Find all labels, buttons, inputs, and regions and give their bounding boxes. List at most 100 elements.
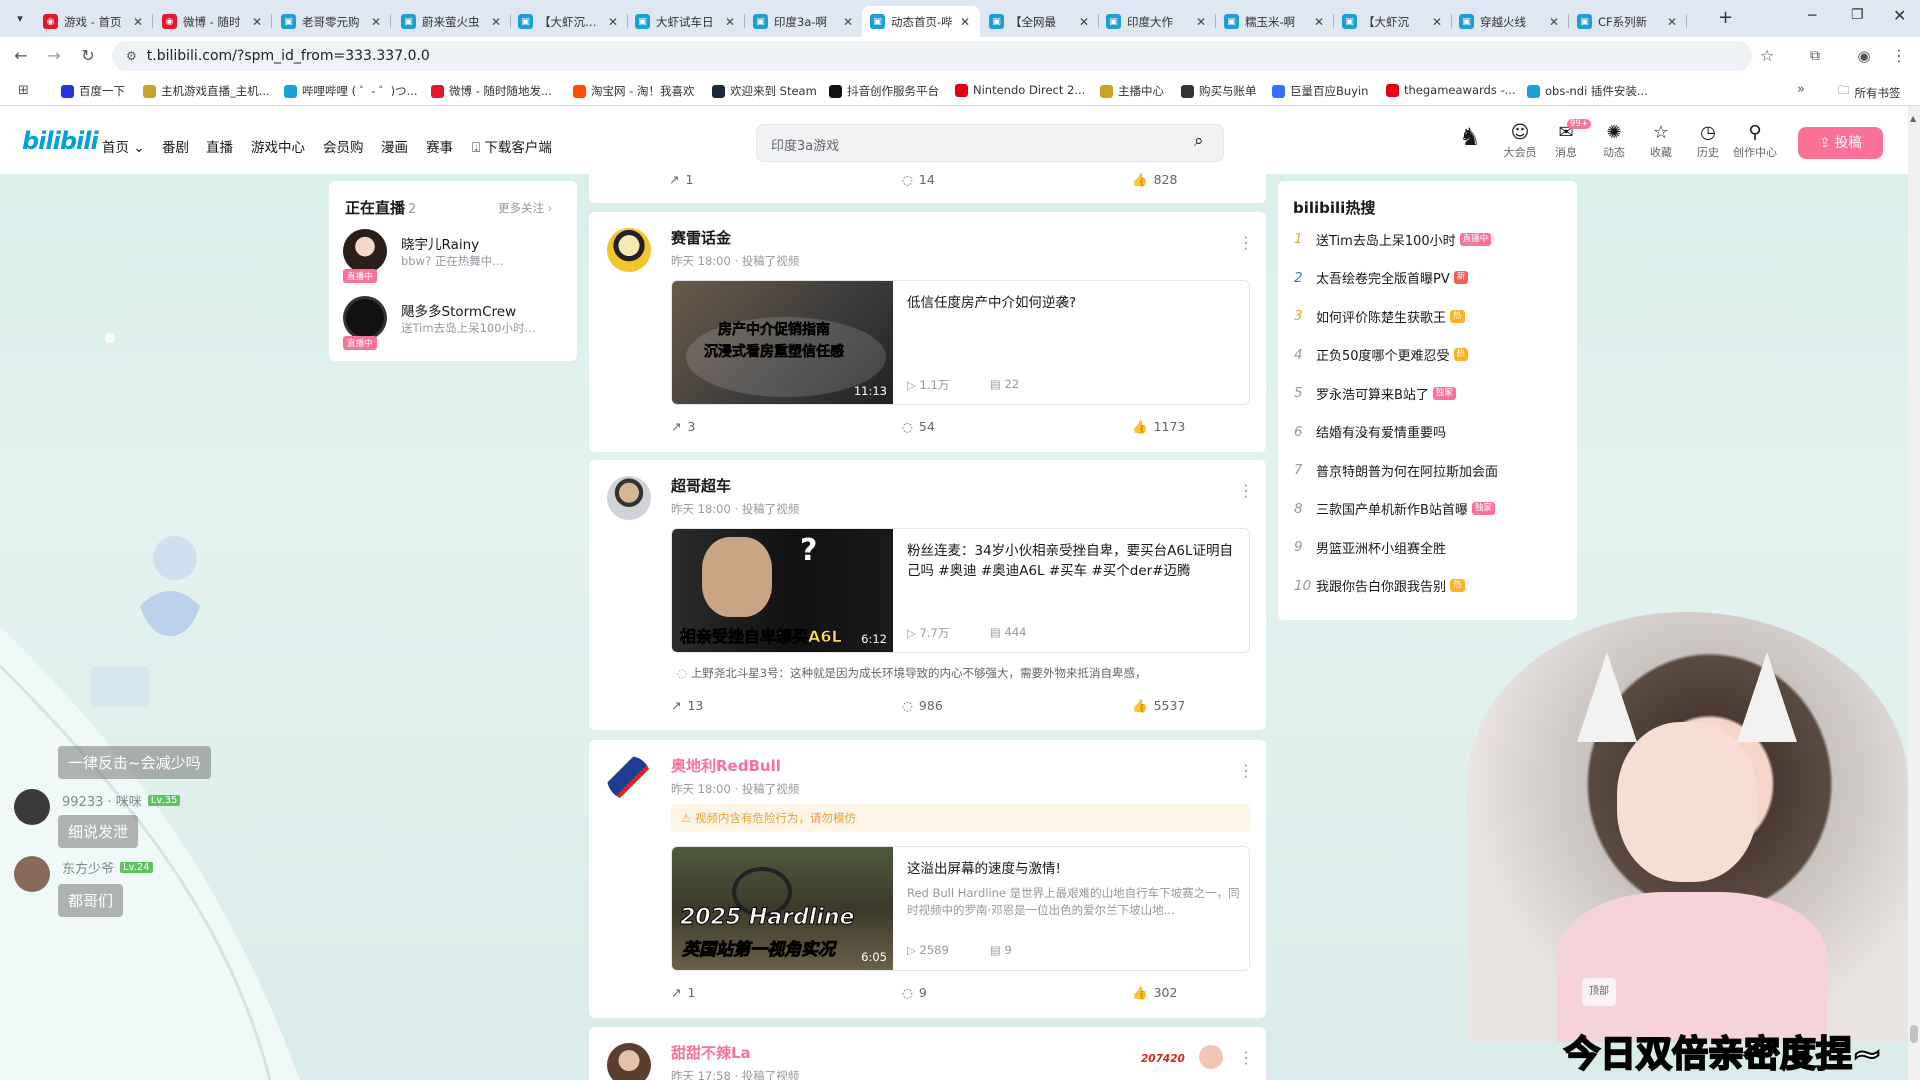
forward-icon[interactable]: →: [43, 45, 65, 67]
more-options-icon[interactable]: ⋮: [1238, 763, 1254, 779]
post-username[interactable]: 奥地利RedBull: [671, 755, 781, 776]
close-tab-icon[interactable]: ✕: [1547, 15, 1561, 29]
bookmark-item[interactable]: obs-ndi 插件安装...: [1527, 83, 1648, 99]
hot-search-item[interactable]: 2 太吾绘卷完全版首曝PV 新: [1294, 266, 1469, 290]
maximize-icon[interactable]: ❐: [1851, 7, 1864, 23]
bookmark-item[interactable]: 巨量百应Buyin: [1272, 83, 1368, 99]
header-icon-button[interactable]: ☆ 收藏: [1639, 122, 1683, 160]
hot-search-item[interactable]: 4 正负50度哪个更难忍受热: [1294, 343, 1469, 367]
more-options-icon[interactable]: ⋮: [1238, 1050, 1254, 1066]
close-tab-icon[interactable]: ✕: [841, 15, 855, 29]
video-title[interactable]: 这溢出屏幕的速度与激情!: [907, 859, 1242, 879]
video-thumbnail[interactable]: 房产中介促销指南 沉浸式看房重塑信任感 11:13: [672, 281, 893, 404]
video-title[interactable]: 低信任度房产中介如何逆袭?: [907, 293, 1242, 313]
new-tab-icon[interactable]: +: [1718, 7, 1733, 28]
share-button[interactable]: ↗ 13: [671, 698, 703, 713]
browser-tab[interactable]: ▣ 【大虾沉 ✕: [1334, 6, 1452, 37]
share-button[interactable]: ↗ 3: [671, 419, 695, 434]
live-item[interactable]: 直播中 晓宇儿Rainy bbw? 正在热舞中...: [329, 229, 559, 283]
extensions-icon[interactable]: ⧉: [1804, 45, 1826, 67]
header-nav-item[interactable]: 赛事: [426, 136, 453, 156]
bookmarks-overflow-icon[interactable]: »: [1797, 82, 1805, 97]
comment-button[interactable]: ◌ 14: [902, 172, 935, 187]
bookmark-star-icon[interactable]: ☆: [1756, 45, 1778, 67]
bookmark-item[interactable]: thegameawards -...: [1386, 83, 1516, 97]
avatar[interactable]: [343, 296, 387, 340]
video-thumbnail[interactable]: ? 相亲受挫自卑想买A6L 6:12: [672, 529, 893, 652]
comment-button[interactable]: ◌ 54: [902, 419, 935, 434]
hot-search-item[interactable]: 10 我跟你告白你跟我告别热: [1294, 574, 1465, 598]
search-input[interactable]: 印度3a游戏: [756, 124, 1224, 162]
browser-tab[interactable]: ▣ 老哥零元购 ✕: [273, 6, 391, 37]
close-tab-icon[interactable]: ✕: [958, 15, 972, 29]
header-icon-button[interactable]: ◷ 历史: [1686, 122, 1730, 160]
post-username[interactable]: 超哥超车: [671, 475, 731, 496]
menu-icon[interactable]: ⋮: [1888, 45, 1910, 67]
close-tab-icon[interactable]: ✕: [1077, 15, 1091, 29]
header-icon-button[interactable]: ✉ 99+ 消息: [1544, 119, 1591, 160]
video-title[interactable]: 粉丝连麦：34岁小伙相亲受挫自卑，要买台A6L证明自己吗 #奥迪 #奥迪A6L …: [907, 541, 1242, 581]
avatar[interactable]: [607, 476, 651, 520]
apps-icon[interactable]: ⊞: [18, 83, 29, 98]
header-nav-item[interactable]: 首页 ⌄: [102, 136, 145, 156]
hot-search-item[interactable]: 6 结婚有没有爱情重要吗: [1294, 420, 1446, 444]
hot-search-item[interactable]: 8 三款国产单机新作B站首曝 独家: [1294, 497, 1495, 521]
reload-icon[interactable]: ↻: [77, 45, 99, 67]
close-tab-icon[interactable]: ✕: [723, 15, 737, 29]
browser-tab[interactable]: ◉ 游戏 - 首页 ✕: [35, 6, 153, 37]
browser-tab[interactable]: ▣ 印度大作 ✕: [1098, 6, 1216, 37]
hot-search-item[interactable]: 5 罗永浩可算来B站了 独家: [1294, 381, 1456, 405]
like-button[interactable]: 👍 1173: [1132, 419, 1185, 435]
browser-tab[interactable]: ▣ 糯玉米-啊 ✕: [1216, 6, 1334, 37]
bookmark-item[interactable]: 主播中心: [1100, 83, 1164, 99]
post-username[interactable]: 赛雷话金: [671, 227, 731, 248]
close-tab-icon[interactable]: ✕: [606, 15, 620, 29]
hot-search-item[interactable]: 1 送Tim去岛上呆100小时 直播中: [1294, 227, 1492, 251]
bookmark-item[interactable]: Nintendo Direct 2...: [955, 83, 1085, 97]
like-button[interactable]: 👍 828: [1132, 172, 1177, 188]
header-nav-item[interactable]: 直播: [206, 136, 233, 156]
browser-tab[interactable]: ▣ CF系列新 ✕: [1569, 6, 1687, 37]
avatar[interactable]: ♞: [1454, 123, 1486, 155]
browser-tab[interactable]: ▣ 动态首页-哔 ✕: [862, 6, 980, 37]
bilibili-logo[interactable]: bilibili: [22, 127, 99, 155]
all-bookmarks[interactable]: 🗀 所有书签: [1838, 83, 1901, 102]
comment-button[interactable]: ◌ 986: [902, 698, 943, 713]
profile-icon[interactable]: ◉: [1853, 45, 1875, 67]
page-scrollbar[interactable]: [1908, 106, 1920, 1080]
close-tab-icon[interactable]: ✕: [250, 15, 264, 29]
browser-tab[interactable]: ▣ 印度3a-啊 ✕: [745, 6, 863, 37]
header-nav-item[interactable]: 会员购: [323, 136, 364, 156]
video-card[interactable]: 2025 Hardline 英国站第一视角实况 6:05 这溢出屏幕的速度与激情…: [671, 846, 1250, 971]
bookmark-item[interactable]: 购买与账单: [1181, 83, 1257, 99]
browser-tab[interactable]: ▣ 大虾试车日 ✕: [627, 6, 745, 37]
bookmark-item[interactable]: 抖音创作服务平台: [829, 83, 939, 99]
scrollbar-thumb[interactable]: [1910, 1025, 1918, 1043]
live-item[interactable]: 直播中 飓多多StormCrew 送Tim去岛上呆100小时...: [329, 296, 559, 350]
bookmark-item[interactable]: 淘宝网 - 淘！我喜欢: [573, 83, 694, 99]
hot-search-item[interactable]: 7 普京特朗普为何在阿拉斯加会面: [1294, 458, 1498, 482]
bookmark-item[interactable]: 百度一下: [61, 83, 125, 99]
close-tab-icon[interactable]: ✕: [489, 15, 503, 29]
tab-search-icon[interactable]: ▾: [10, 9, 30, 29]
avatar[interactable]: [343, 229, 387, 273]
scroll-up-icon[interactable]: ▲: [1910, 114, 1916, 123]
hot-search-item[interactable]: 9 男篮亚洲杯小组赛全胜: [1294, 535, 1446, 559]
close-tab-icon[interactable]: ✕: [1312, 15, 1326, 29]
header-nav-item[interactable]: 漫画: [381, 136, 408, 156]
more-options-icon[interactable]: ⋮: [1238, 483, 1254, 499]
url-field[interactable]: ⚙ t.bilibili.com/?spm_id_from=333.337.0.…: [112, 41, 1752, 71]
more-options-icon[interactable]: ⋮: [1238, 235, 1254, 251]
avatar[interactable]: [607, 228, 651, 272]
video-card[interactable]: ? 相亲受挫自卑想买A6L 6:12 粉丝连麦：34岁小伙相亲受挫自卑，要买台A…: [671, 528, 1250, 653]
back-icon[interactable]: ←: [10, 45, 32, 67]
header-nav-item[interactable]: 番剧: [162, 136, 189, 156]
close-tab-icon[interactable]: ✕: [1194, 15, 1208, 29]
live-name[interactable]: 晓宇儿Rainy: [401, 233, 479, 253]
share-button[interactable]: ↗ 1: [669, 172, 693, 187]
browser-tab[interactable]: ▣ 【大虾沉浸】 ✕: [510, 6, 628, 37]
live-more-link[interactable]: 更多关注 ›: [498, 200, 552, 216]
close-window-icon[interactable]: ✕: [1893, 6, 1906, 25]
avatar[interactable]: [607, 756, 651, 800]
like-button[interactable]: 👍 5537: [1132, 698, 1185, 714]
